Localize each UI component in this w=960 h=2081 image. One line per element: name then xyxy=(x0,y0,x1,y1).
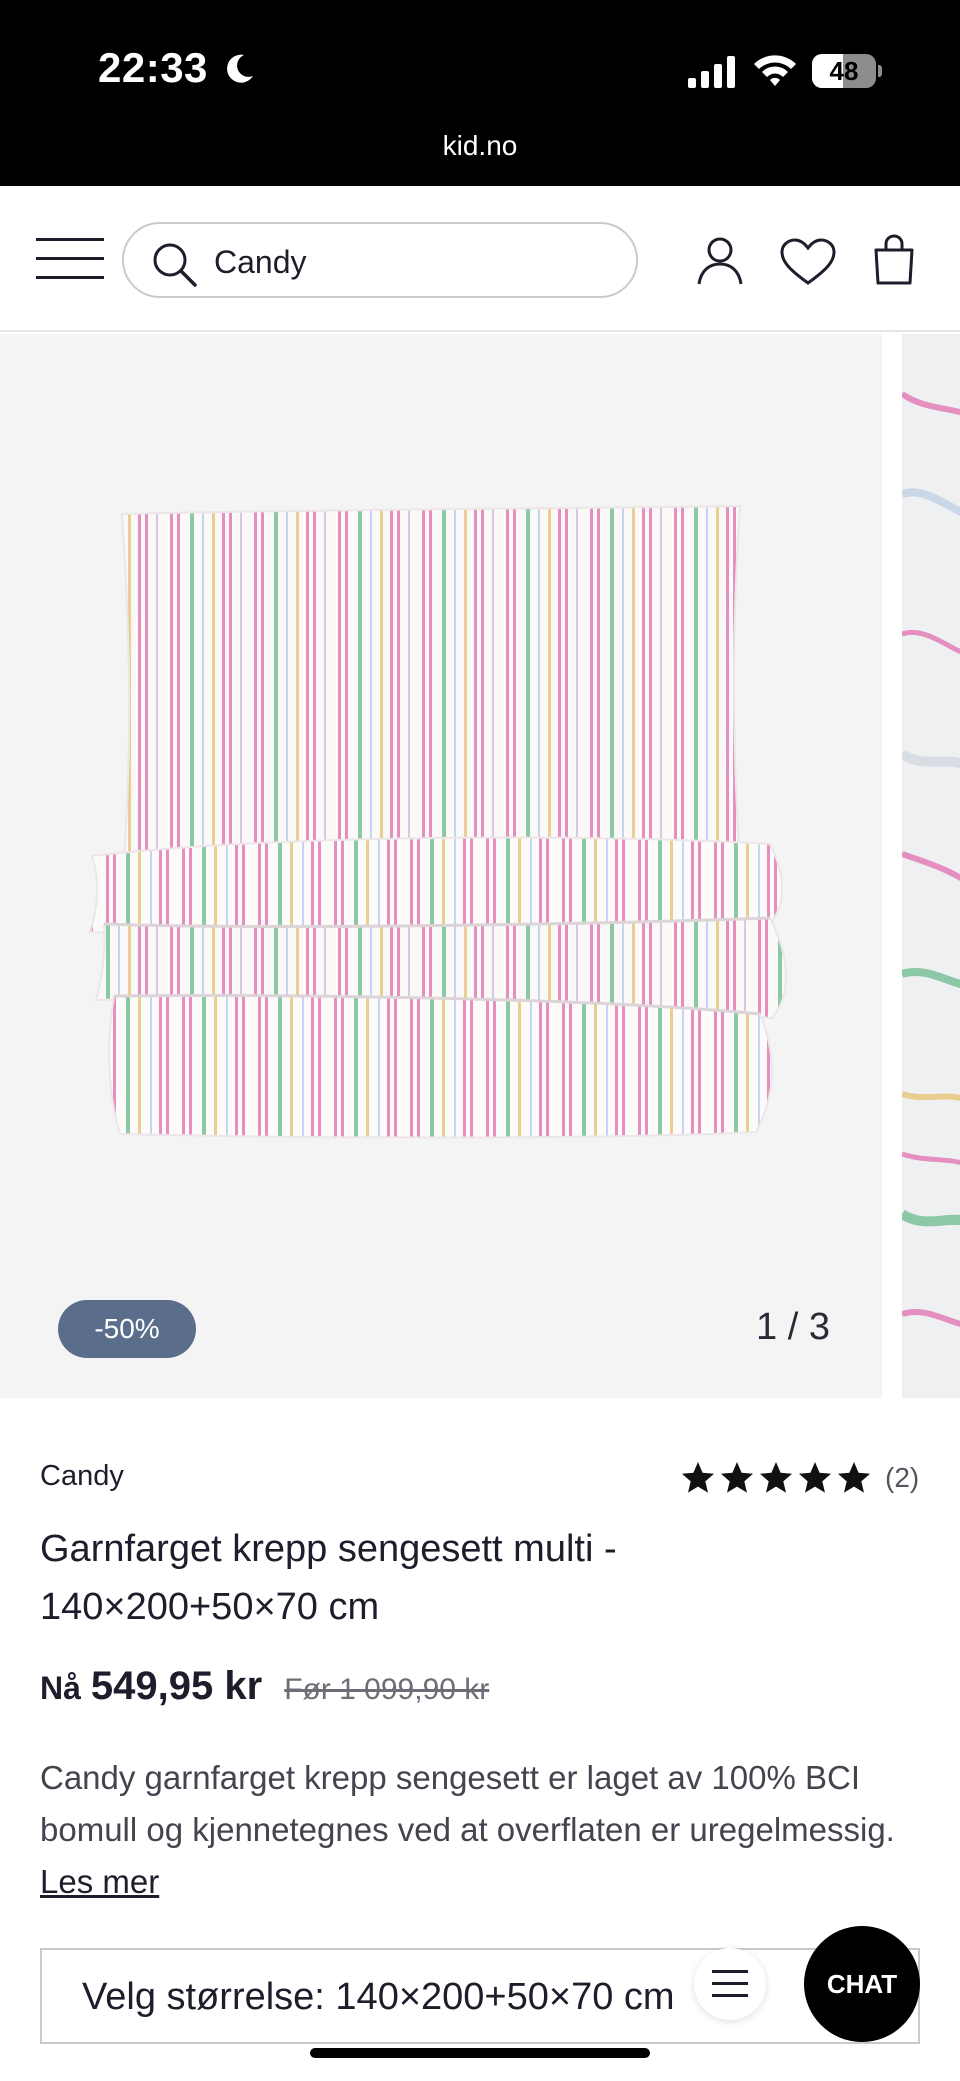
wifi-icon xyxy=(754,55,796,86)
search-icon[interactable] xyxy=(150,240,198,288)
product-gallery[interactable]: -50% 1 / 3 xyxy=(0,334,960,1398)
chat-button[interactable]: CHAT xyxy=(804,1926,920,2042)
star-icon xyxy=(760,1462,792,1493)
star-icon xyxy=(721,1462,753,1493)
home-indicator xyxy=(310,2048,650,2058)
list-icon xyxy=(712,1970,748,1997)
star-icon xyxy=(682,1462,714,1493)
brand-name[interactable]: Candy xyxy=(40,1460,124,1493)
status-bar: 22:33 48 kid.no xyxy=(0,0,960,186)
rating[interactable]: (2) xyxy=(680,1458,919,1498)
search-input[interactable]: Candy xyxy=(122,222,638,298)
heart-icon[interactable] xyxy=(780,238,836,286)
star-icon xyxy=(838,1462,870,1493)
size-select[interactable]: Velg størrelse: 140×200+50×70 cm xyxy=(40,1948,920,2044)
discount-badge: -50% xyxy=(58,1300,196,1358)
fabric-closeup-image xyxy=(902,334,960,1398)
product-title: Garnfarget krepp sengesett multi - 140×2… xyxy=(40,1528,617,1628)
size-select-label[interactable]: Velg størrelse: 140×200+50×70 cm xyxy=(82,1976,702,2019)
battery-body: 48 xyxy=(812,54,876,88)
site-header: Candy xyxy=(0,186,960,332)
review-count[interactable]: (2) xyxy=(885,1462,919,1494)
cellular-signal-icon xyxy=(688,56,735,88)
status-time: 22:33 xyxy=(98,44,208,91)
bag-icon[interactable] xyxy=(872,234,916,286)
account-icon[interactable] xyxy=(696,236,744,286)
battery-cap xyxy=(878,65,882,77)
gallery-slide-2-peek[interactable] xyxy=(902,334,960,1398)
moon-icon xyxy=(227,54,253,83)
menu-icon[interactable] xyxy=(36,238,104,280)
star-icon xyxy=(799,1462,831,1493)
price-row: Nå 549,95 kr Før 1 099,90 kr xyxy=(40,1664,489,1709)
product-image[interactable] xyxy=(80,484,800,1184)
battery-indicator: 48 xyxy=(812,54,882,88)
list-menu-button[interactable] xyxy=(694,1948,766,2020)
gallery-slide-1[interactable]: -50% 1 / 3 xyxy=(0,334,882,1398)
product-description: Candy garnfarget krepp sengesett er lage… xyxy=(40,1752,900,1908)
price-before: Før 1 099,90 kr xyxy=(284,1673,490,1706)
read-more-link[interactable]: Les mer xyxy=(40,1863,159,1900)
price-now-label: Nå xyxy=(40,1670,81,1706)
search-value[interactable]: Candy xyxy=(214,244,307,281)
url-label[interactable]: kid.no xyxy=(0,130,960,162)
slide-counter: 1 / 3 xyxy=(756,1306,830,1348)
description-text: Candy garnfarget krepp sengesett er lage… xyxy=(40,1759,895,1848)
battery-level: 48 xyxy=(829,56,859,86)
price-now: 549,95 kr xyxy=(90,1664,263,1708)
